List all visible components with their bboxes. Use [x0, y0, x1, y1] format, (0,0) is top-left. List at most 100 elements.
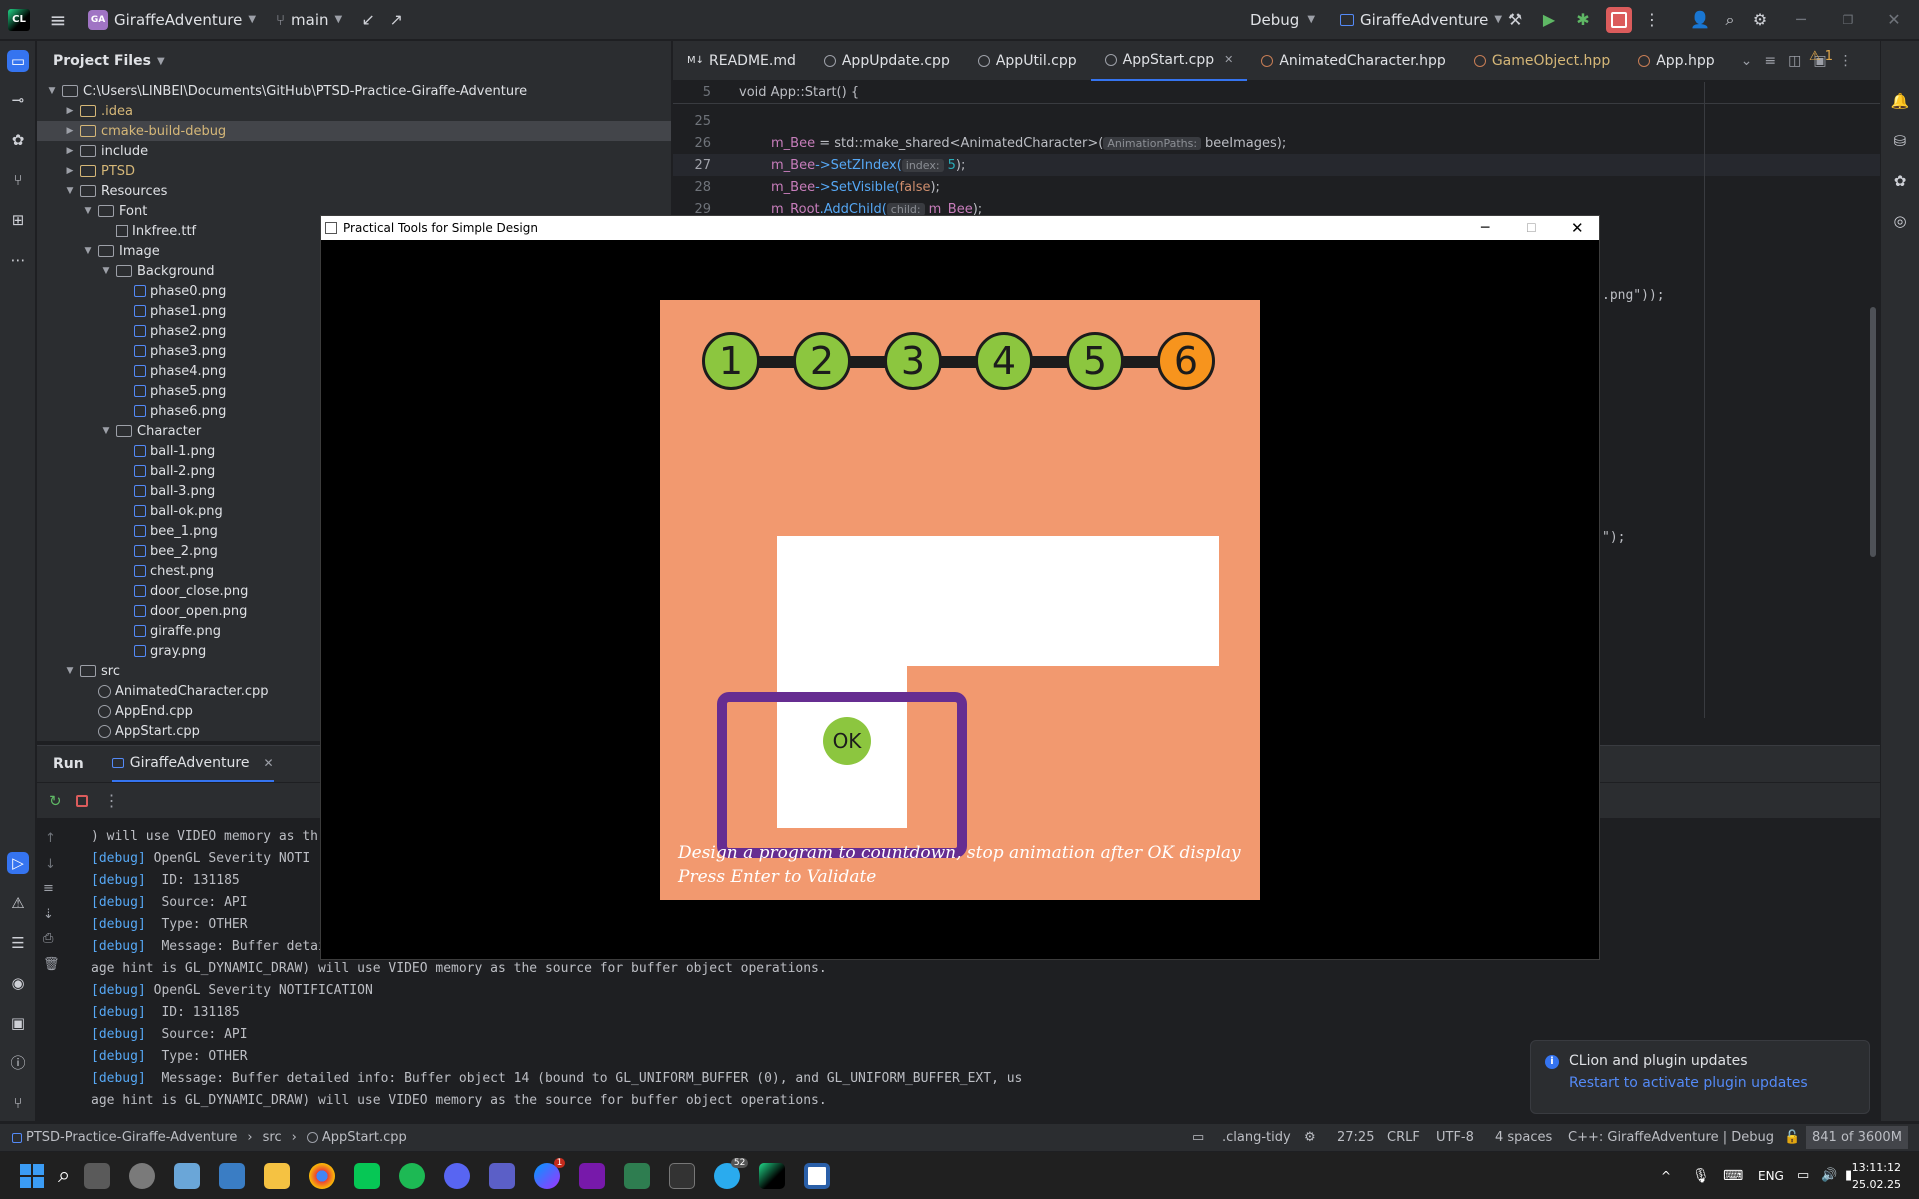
more-actions-icon[interactable]: ⋮: [1839, 53, 1853, 69]
close-icon[interactable]: ✕: [1571, 219, 1584, 237]
soft-wrap-icon[interactable]: ≡: [43, 881, 54, 896]
game-canvas[interactable]: 123456 OK Design a program to countdown,…: [660, 300, 1260, 900]
more-options-icon[interactable]: ⋮: [104, 791, 120, 810]
terminal-icon[interactable]: ▣: [7, 1012, 29, 1034]
indent-setting[interactable]: 4 spaces: [1495, 1130, 1552, 1145]
editor-tab[interactable]: GameObject.hpp: [1460, 41, 1624, 81]
chevron-right-icon[interactable]: ▶: [63, 146, 77, 156]
git-icon[interactable]: ⑂: [7, 1092, 29, 1114]
restore-icon[interactable]: ❐: [1834, 13, 1862, 27]
project-panel-header[interactable]: Project Files ▼: [37, 41, 671, 81]
tree-folder[interactable]: ▼ C:\Users\LINBEI\Documents\GitHub\PTSD-P…: [37, 81, 671, 101]
clang-tidy-status[interactable]: .clang-tidy: [1222, 1130, 1291, 1145]
build-config-selector[interactable]: Debug ▼: [1250, 11, 1315, 29]
keyboard-icon[interactable]: ⌨: [1723, 1168, 1743, 1184]
scroll-up-icon[interactable]: ↑: [45, 831, 56, 846]
services-icon[interactable]: ◉: [7, 972, 29, 994]
restart-link[interactable]: Restart to activate plugin updates: [1569, 1075, 1853, 1091]
update-project-icon[interactable]: ↙: [354, 10, 382, 29]
editor-tab[interactable]: AppUpdate.cpp: [810, 41, 964, 81]
structure-tool-icon[interactable]: ⊞: [7, 209, 29, 231]
more-tools-icon[interactable]: ⋯: [7, 249, 29, 271]
file-encoding[interactable]: UTF-8: [1436, 1130, 1474, 1145]
language-indicator[interactable]: ENG: [1758, 1169, 1784, 1183]
task-view-icon[interactable]: [84, 1162, 111, 1189]
inspection-icon[interactable]: ⚙: [1304, 1130, 1316, 1145]
warning-indicator[interactable]: ⚠ 1: [1809, 49, 1833, 64]
branch-switcher[interactable]: ⑂ main ▼: [276, 11, 342, 29]
stop-button[interactable]: [1606, 6, 1632, 33]
settings-gear-icon[interactable]: ⚙: [1746, 10, 1774, 29]
chevron-down-icon[interactable]: ▼: [45, 86, 59, 96]
editor-tab[interactable]: App.hpp: [1624, 41, 1728, 81]
chevron-right-icon[interactable]: ▶: [63, 126, 77, 136]
breadcrumb-item[interactable]: PTSD-Practice-Giraffe-Adventure: [26, 1130, 237, 1145]
tree-folder[interactable]: ▶ cmake-build-debug: [37, 121, 671, 141]
todo-list-icon[interactable]: ☰: [7, 932, 29, 954]
tree-folder[interactable]: ▶ include: [37, 141, 671, 161]
close-icon[interactable]: ✕: [1880, 10, 1908, 29]
telegram-icon[interactable]: 52: [714, 1157, 749, 1189]
notifications-bell-icon[interactable]: 🔔: [1889, 90, 1911, 112]
volume-icon[interactable]: 🔊: [1821, 1168, 1837, 1183]
project-tool-icon[interactable]: ▭: [7, 50, 29, 72]
cmake-context[interactable]: C++: GiraffeAdventure | Debug: [1568, 1130, 1774, 1145]
chevron-down-icon[interactable]: ⌄: [1741, 53, 1753, 69]
clion-taskbar-icon[interactable]: [759, 1162, 786, 1189]
spotify-icon[interactable]: [399, 1162, 426, 1189]
code-line[interactable]: 25: [673, 110, 1880, 132]
chevron-down-icon[interactable]: ▼: [81, 246, 95, 256]
problems-icon[interactable]: ⓘ: [7, 1052, 29, 1074]
onenote-icon[interactable]: [579, 1162, 606, 1189]
clock-time[interactable]: 13:11:12: [1851, 1161, 1901, 1174]
memory-indicator[interactable]: 841 of 3600M: [1806, 1126, 1908, 1149]
photos-app-icon[interactable]: [174, 1162, 201, 1189]
teams-icon[interactable]: [489, 1162, 516, 1189]
add-user-icon[interactable]: 👤: [1686, 10, 1714, 29]
minimize-icon[interactable]: ─: [1787, 10, 1815, 29]
chevron-right-icon[interactable]: ▶: [63, 166, 77, 176]
gallery-app-icon[interactable]: [219, 1162, 246, 1189]
problems-warning-icon[interactable]: ⚠: [7, 892, 29, 914]
code-line[interactable]: 26 m_Bee = std::make_shared<AnimatedChar…: [673, 132, 1880, 154]
plugins-tool-icon[interactable]: ✿: [7, 129, 29, 151]
chevron-down-icon[interactable]: ▼: [81, 206, 95, 216]
sticky-scroll-line[interactable]: 5 void App::Start() {: [673, 82, 1880, 104]
show-hidden-icons-chevron-icon[interactable]: ^: [1661, 1169, 1671, 1183]
copilot-icon[interactable]: ◎: [1889, 210, 1911, 232]
breadcrumb-item[interactable]: src: [263, 1130, 282, 1145]
editor-tab[interactable]: AppUtil.cpp: [964, 41, 1091, 81]
clear-trash-icon[interactable]: 🗑: [43, 957, 60, 972]
main-menu-icon[interactable]: ≡: [44, 8, 72, 32]
code-line-current[interactable]: 27 m_Bee ->SetZIndex(index: 5);: [673, 154, 1880, 176]
build-hammer-icon[interactable]: ⚒: [1501, 10, 1529, 29]
excel-icon[interactable]: [624, 1162, 651, 1189]
folder-icon[interactable]: ▭: [1192, 1130, 1204, 1145]
microphone-icon[interactable]: 🎙: [1692, 1168, 1710, 1184]
line-separator[interactable]: CRLF: [1387, 1130, 1420, 1145]
editor-tab[interactable]: AppStart.cpp ✕: [1090, 41, 1248, 81]
run-config-tab[interactable]: GiraffeAdventure ✕: [111, 746, 274, 782]
start-windows-icon[interactable]: [20, 1163, 44, 1188]
tree-folder[interactable]: ▶ PTSD: [37, 161, 671, 181]
editor-tab[interactable]: M↓ README.md: [673, 41, 810, 81]
run-config-selector[interactable]: GiraffeAdventure ▼: [1340, 11, 1502, 29]
maximize-icon[interactable]: ☐: [1526, 221, 1537, 235]
more-actions-icon[interactable]: ⋮: [1638, 10, 1666, 29]
split-view-icon[interactable]: ◫: [1788, 53, 1801, 69]
terminal-app-icon[interactable]: [669, 1162, 696, 1189]
commit-tool-icon[interactable]: ⊸: [7, 89, 29, 111]
chevron-down-icon[interactable]: ▼: [63, 186, 77, 196]
chevron-down-icon[interactable]: ▼: [99, 426, 113, 436]
game-window-taskbar-icon[interactable]: [804, 1162, 831, 1189]
settings-app-icon[interactable]: [129, 1162, 156, 1189]
scroll-to-end-icon[interactable]: ⇣: [43, 907, 54, 922]
close-tab-icon[interactable]: ✕: [263, 756, 273, 770]
rerun-icon[interactable]: ↻: [49, 792, 62, 810]
run-icon[interactable]: ▶: [1535, 10, 1563, 29]
debug-bug-icon[interactable]: ✱: [1569, 10, 1597, 29]
chevron-down-icon[interactable]: ▼: [99, 266, 113, 276]
discord-icon[interactable]: [444, 1162, 471, 1189]
caret-position[interactable]: 27:25: [1337, 1130, 1374, 1145]
print-icon[interactable]: ⎙: [43, 931, 53, 946]
